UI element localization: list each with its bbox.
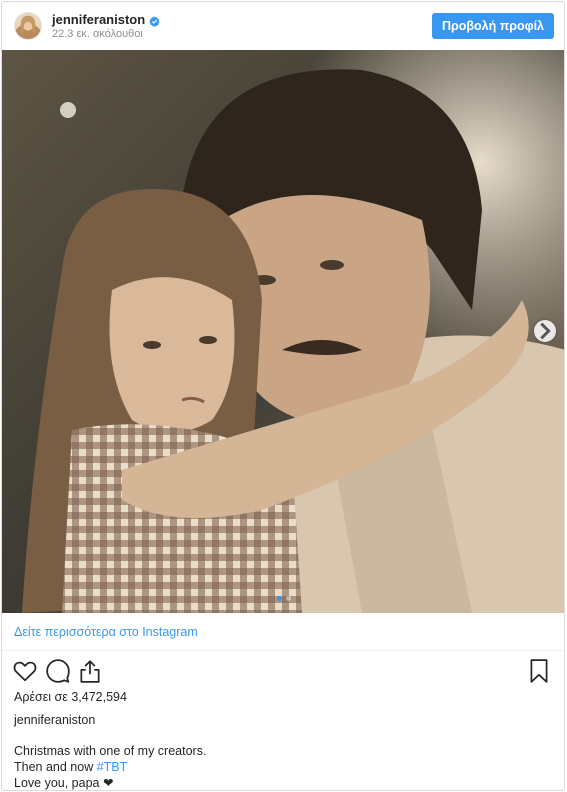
caption-username[interactable]: jenniferaniston xyxy=(14,713,95,727)
username-row: jenniferaniston xyxy=(52,12,160,27)
caption-text: Christmas with one of my creators. Then … xyxy=(14,743,207,790)
carousel-indicator xyxy=(2,596,564,601)
caption-line: Christmas with one of my creators. xyxy=(14,744,207,758)
carousel-dot xyxy=(286,596,291,601)
share-icon[interactable] xyxy=(77,658,103,684)
username[interactable]: jenniferaniston xyxy=(52,12,145,27)
next-slide-button[interactable] xyxy=(534,320,556,342)
avatar[interactable] xyxy=(14,12,42,40)
action-bar xyxy=(2,652,564,690)
post-photo[interactable] xyxy=(2,50,564,613)
hashtag-link[interactable]: #TBT xyxy=(97,760,128,774)
follower-count: 22.3 εκ. ακόλουθοι xyxy=(52,28,143,40)
carousel-dot xyxy=(277,596,282,601)
bookmark-icon[interactable] xyxy=(526,658,552,684)
comment-icon[interactable] xyxy=(45,658,71,684)
verified-badge-icon xyxy=(149,14,160,27)
photo-image xyxy=(2,50,564,613)
see-more-link[interactable]: Δείτε περισσότερα στο Instagram xyxy=(14,625,198,639)
see-more-bar: Δείτε περισσότερα στο Instagram xyxy=(2,613,564,651)
instagram-embed-card: jenniferaniston 22.3 εκ. ακόλουθοι Προβο… xyxy=(1,1,565,791)
caption-text-segment: Then and now xyxy=(14,760,97,774)
post-header: jenniferaniston 22.3 εκ. ακόλουθοι Προβο… xyxy=(2,2,564,50)
chevron-right-icon xyxy=(540,322,551,340)
view-profile-button[interactable]: Προβολή προφίλ xyxy=(431,13,554,39)
heart-icon[interactable] xyxy=(12,658,38,684)
like-count[interactable]: Αρέσει σε 3,472,594 xyxy=(14,690,127,704)
caption-line: Love you, papa ❤ xyxy=(14,776,114,790)
caption-line: Then and now #TBT xyxy=(14,759,206,775)
